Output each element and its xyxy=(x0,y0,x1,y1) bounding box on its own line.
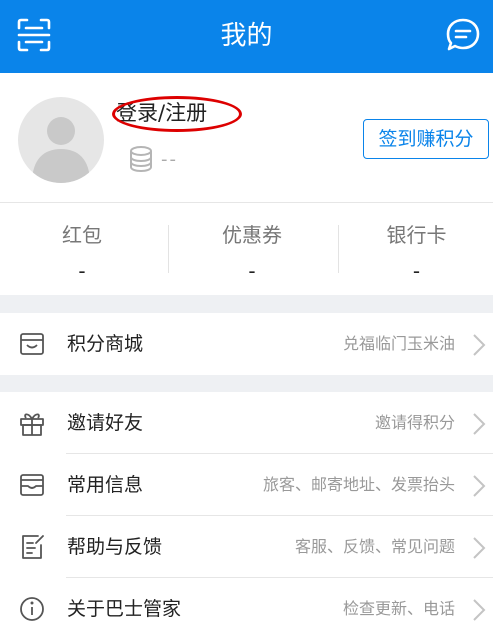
menu-item-hint: 旅客、邮寄地址、发票抬头 xyxy=(262,475,455,494)
login-register-link[interactable]: 登录/注册 xyxy=(116,97,207,129)
menu-item-label: 邀请好友 xyxy=(67,412,144,434)
stat-value: - xyxy=(248,259,256,283)
menu-item-label: 常用信息 xyxy=(67,474,144,496)
chevron-right-icon xyxy=(473,413,486,435)
menu-item-hint: 检查更新、电话 xyxy=(342,599,455,618)
chevron-right-icon xyxy=(473,334,486,356)
menu-item-common-info[interactable]: 常用信息 旅客、邮寄地址、发票抬头 xyxy=(0,454,493,516)
coins-icon xyxy=(130,146,152,173)
menu-item-help-feedback[interactable]: 帮助与反馈 客服、反馈、常见问题 xyxy=(0,516,493,578)
menu-item-hint: 兑福临门玉米油 xyxy=(342,334,455,353)
stat-value: - xyxy=(412,259,421,283)
menu-item-label: 帮助与反馈 xyxy=(67,536,163,558)
stat-value: - xyxy=(78,259,86,283)
checkin-button[interactable]: 签到赚积分 xyxy=(363,119,489,159)
default-avatar-icon xyxy=(32,117,90,183)
divider xyxy=(338,225,339,273)
avatar[interactable] xyxy=(18,97,104,183)
page-title: 我的 xyxy=(220,21,273,51)
gift-icon xyxy=(20,413,44,436)
chevron-right-icon xyxy=(473,475,486,497)
divider xyxy=(168,225,169,273)
wallet-stats: 红包 - 优惠券 - 银行卡 - xyxy=(0,203,493,295)
menu-item-label: 关于巴士管家 xyxy=(67,598,182,620)
stat-label: 优惠券 xyxy=(222,223,282,247)
stat-coupons[interactable]: 优惠券 - xyxy=(170,203,334,295)
menu-item-points-mall[interactable]: 积分商城 兑福临门玉米油 xyxy=(0,313,493,375)
feedback-icon xyxy=(22,535,44,559)
menu-item-invite-friends[interactable]: 邀请好友 邀请得积分 xyxy=(0,392,493,454)
stat-red-packet[interactable]: 红包 - xyxy=(0,203,164,295)
profile-card: 登录/注册 -- 签到赚积分 xyxy=(0,73,493,203)
chevron-right-icon xyxy=(473,599,486,621)
stat-label: 银行卡 xyxy=(386,223,447,247)
store-icon xyxy=(20,333,44,355)
menu-item-hint: 客服、反馈、常见问题 xyxy=(294,537,455,556)
menu-item-hint: 邀请得积分 xyxy=(374,413,455,432)
menu-item-about[interactable]: 关于巴士管家 检查更新、电话 xyxy=(0,578,493,625)
message-icon[interactable] xyxy=(445,17,481,53)
section-gap xyxy=(0,295,493,313)
chevron-right-icon xyxy=(473,537,486,559)
section-gap xyxy=(0,375,493,392)
coins-value: -- xyxy=(161,149,178,170)
stat-label: 红包 xyxy=(62,223,102,247)
stat-bank-cards[interactable]: 银行卡 - xyxy=(340,203,493,295)
top-bar: 我的 xyxy=(0,0,493,73)
inbox-icon xyxy=(20,474,44,496)
menu-item-label: 积分商城 xyxy=(67,333,144,355)
info-icon xyxy=(20,597,44,621)
